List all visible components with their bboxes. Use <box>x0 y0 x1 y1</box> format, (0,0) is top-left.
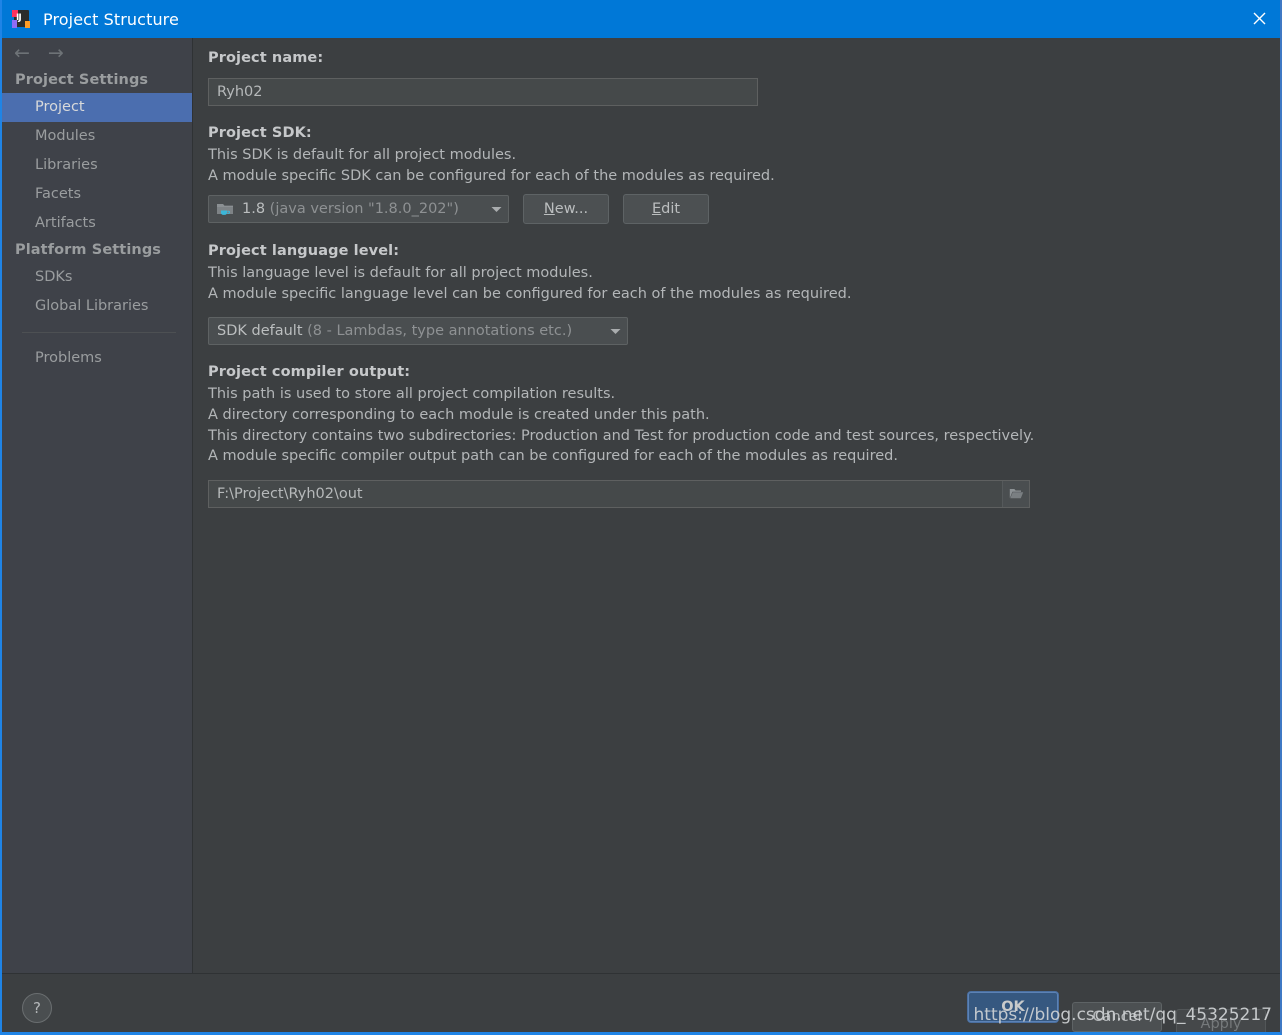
language-level-combo[interactable]: SDK default (8 - Lambdas, type annotatio… <box>208 317 628 346</box>
sidebar-item-artifacts[interactable]: Artifacts <box>2 209 192 238</box>
sidebar-item-project[interactable]: Project <box>2 93 192 122</box>
folder-open-icon[interactable] <box>1002 480 1029 507</box>
project-settings-panel: Project name: Ryh02 Project SDK: This SD… <box>193 38 1280 973</box>
forward-arrow-icon[interactable]: → <box>48 43 64 63</box>
navigation-arrows: ← → <box>2 38 192 68</box>
project-structure-dialog: IJ Project Structure ← → Project Setting… <box>0 0 1282 1035</box>
language-level-value: SDK default <box>217 323 303 340</box>
close-icon[interactable] <box>1236 0 1280 36</box>
compiler-output-path-input[interactable]: F:\Project\Ryh02\out <box>208 479 1030 508</box>
project-name-label: Project name: <box>208 50 324 66</box>
project-sdk-row: 1.8 (java version "1.8.0_202") New... Ed… <box>208 194 1280 225</box>
sidebar-item-global-libraries[interactable]: Global Libraries <box>2 292 192 321</box>
sidebar-item-facets[interactable]: Facets <box>2 180 192 209</box>
sidebar-item-libraries[interactable]: Libraries <box>2 151 192 180</box>
compiler-output-desc-2: A directory corresponding to each module… <box>208 406 710 423</box>
window-title: Project Structure <box>43 9 179 29</box>
sidebar-item-sdks[interactable]: SDKs <box>2 263 192 292</box>
settings-sidebar: ← → Project Settings Project Modules Lib… <box>2 38 193 973</box>
sidebar-group-platform-settings: Platform Settings <box>15 242 162 258</box>
compiler-output-desc-1: This path is used to store all project c… <box>208 386 616 403</box>
compiler-output-desc-4: A module specific compiler output path c… <box>208 448 898 465</box>
chevron-down-icon[interactable] <box>484 206 508 213</box>
new-sdk-button[interactable]: New... <box>523 194 609 225</box>
project-name-value: Ryh02 <box>217 84 263 100</box>
back-arrow-icon[interactable]: ← <box>14 43 30 63</box>
java-sdk-folder-icon <box>216 201 234 217</box>
edit-sdk-button[interactable]: Edit <box>623 194 709 225</box>
edit-sdk-button-label: dit <box>661 201 681 218</box>
sidebar-divider <box>22 332 176 333</box>
project-sdk-version: (java version "1.8.0_202") <box>269 201 459 218</box>
question-mark-icon[interactable]: ? <box>22 993 52 1023</box>
project-sdk-label: Project SDK: <box>208 125 312 141</box>
compiler-output-desc-3: This directory contains two subdirectori… <box>208 427 1035 444</box>
sidebar-group-project-settings: Project Settings <box>15 72 149 88</box>
cancel-button[interactable]: Cancel <box>1072 1002 1162 1032</box>
project-sdk-desc-1: This SDK is default for all project modu… <box>208 147 517 163</box>
sidebar-item-problems[interactable]: Problems <box>2 344 192 373</box>
new-sdk-button-label: ew... <box>554 201 589 218</box>
apply-button: Apply <box>1176 1009 1266 1032</box>
compiler-output-label: Project compiler output: <box>208 364 411 381</box>
language-level-detail: (8 - Lambdas, type annotations etc.) <box>307 323 573 340</box>
language-level-label: Project language level: <box>208 243 400 260</box>
project-sdk-value: 1.8 <box>242 201 266 218</box>
chevron-down-icon[interactable] <box>603 328 627 335</box>
project-sdk-combo[interactable]: 1.8 (java version "1.8.0_202") <box>208 195 509 224</box>
language-level-desc-1: This language level is default for all p… <box>208 265 593 282</box>
project-name-input[interactable]: Ryh02 <box>208 78 758 106</box>
language-level-desc-2: A module specific language level can be … <box>208 285 852 302</box>
sidebar-item-modules[interactable]: Modules <box>2 122 192 151</box>
intellij-idea-icon: IJ <box>12 10 30 28</box>
project-sdk-desc-2: A module specific SDK can be configured … <box>208 167 775 184</box>
compiler-output-path-value: F:\Project\Ryh02\out <box>217 485 363 502</box>
dialog-action-buttons: OK Cancel Apply <box>968 992 1266 1032</box>
dialog-footer: ? OK Cancel Apply https://blog.csdn.net/… <box>2 973 1280 1032</box>
title-bar: IJ Project Structure <box>2 0 1280 38</box>
ok-button[interactable]: OK <box>968 992 1058 1022</box>
dialog-body: ← → Project Settings Project Modules Lib… <box>2 38 1280 973</box>
